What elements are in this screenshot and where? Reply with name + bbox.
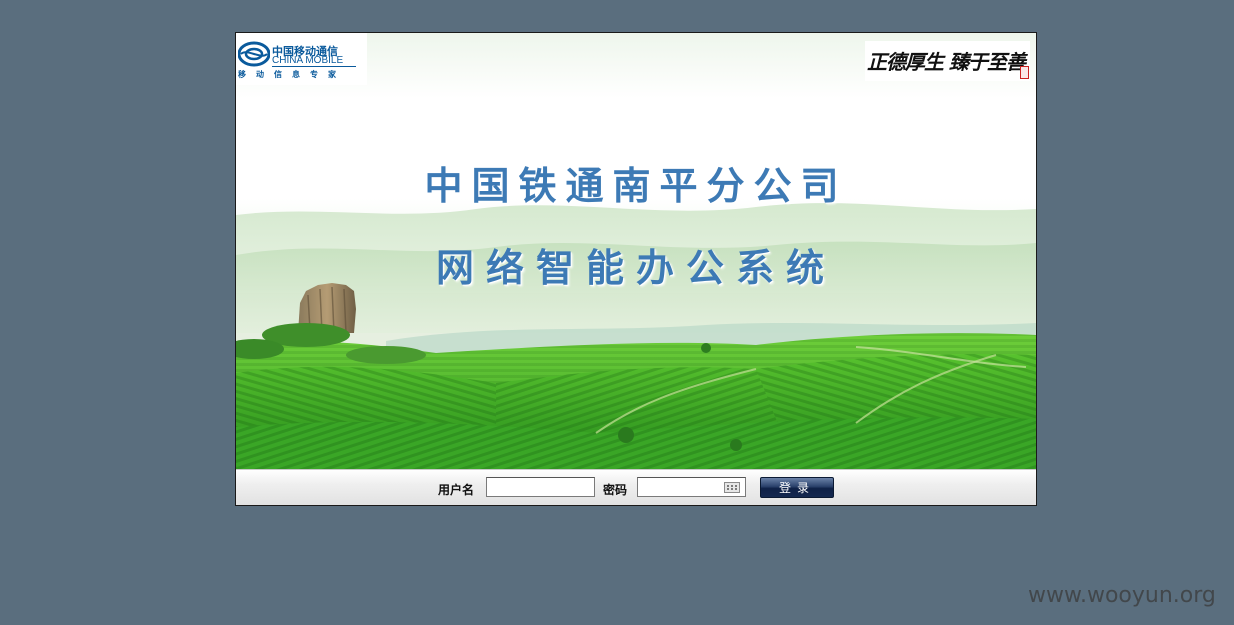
header-banner: 中国移动通信 CHINA MOBILE 移动信息专家 正德厚生 臻于至善 中国铁… — [236, 33, 1036, 469]
company-title: 中国铁通南平分公司 — [424, 164, 848, 208]
seal-stamp-icon — [1020, 66, 1029, 79]
motto-text: 正德厚生 臻于至善 — [867, 50, 1026, 74]
logo-slogan: 移动信息专家 — [238, 70, 346, 79]
username-input[interactable] — [486, 477, 595, 497]
login-panel: 中国移动通信 CHINA MOBILE 移动信息专家 正德厚生 臻于至善 中国铁… — [235, 32, 1037, 506]
password-label: 密码 — [603, 483, 628, 497]
system-title: 网络智能办公系统 — [435, 246, 836, 290]
calligraphy-motto: 正德厚生 臻于至善 — [865, 41, 1030, 81]
login-button[interactable]: 登录 — [760, 477, 834, 498]
logo-divider — [272, 66, 356, 67]
china-mobile-logo: 中国移动通信 CHINA MOBILE 移动信息专家 — [236, 33, 367, 85]
username-label: 用户名 — [438, 483, 475, 497]
virtual-keyboard-icon[interactable] — [724, 482, 740, 493]
login-form: 用户名 密码 登录 — [236, 469, 1036, 505]
logo-name-en: CHINA MOBILE — [272, 55, 344, 66]
site-watermark: www.wooyun.org — [1028, 583, 1216, 608]
china-mobile-logo-icon — [238, 41, 270, 67]
